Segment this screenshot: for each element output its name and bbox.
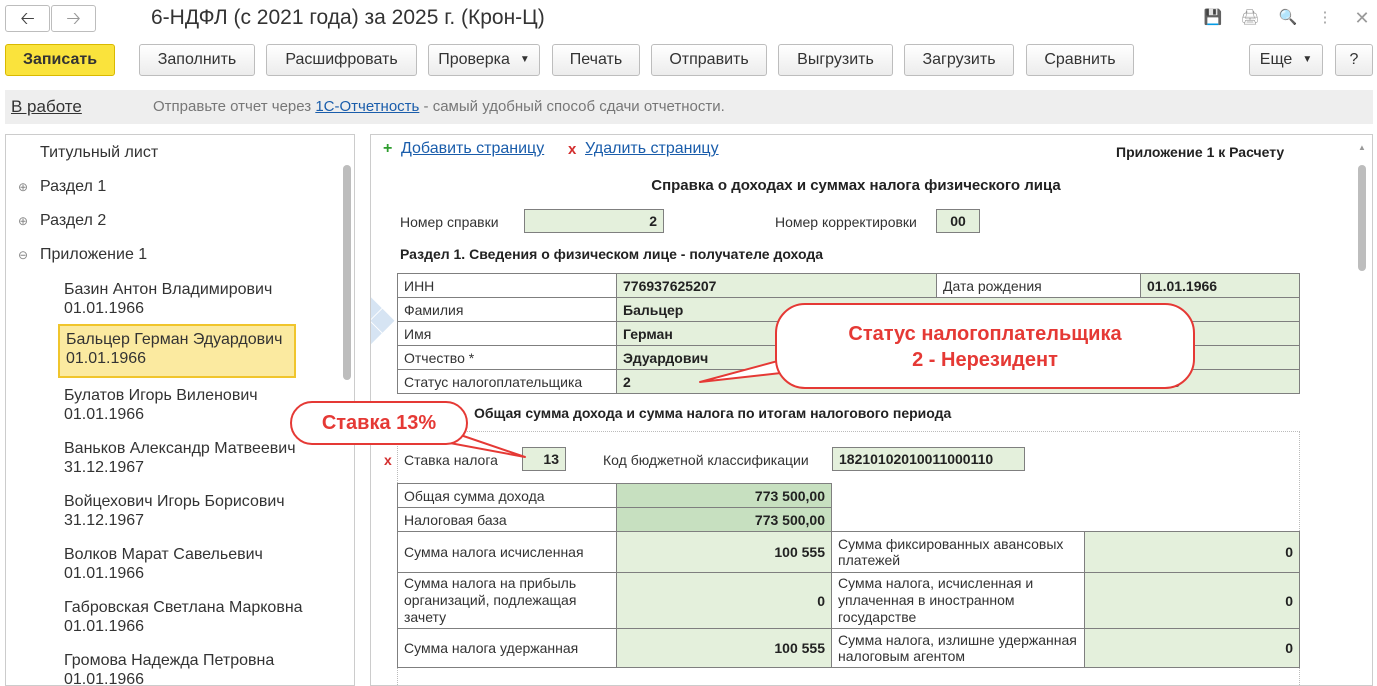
status-callout: Статус налогоплательщика 2 - Нерезидент [775, 303, 1195, 389]
status-callout-line1: Статус налогоплательщика [848, 323, 1122, 345]
status-callout-line2: 2 - Нерезидент [912, 349, 1058, 371]
rate-callout: Ставка 13% [290, 401, 468, 445]
